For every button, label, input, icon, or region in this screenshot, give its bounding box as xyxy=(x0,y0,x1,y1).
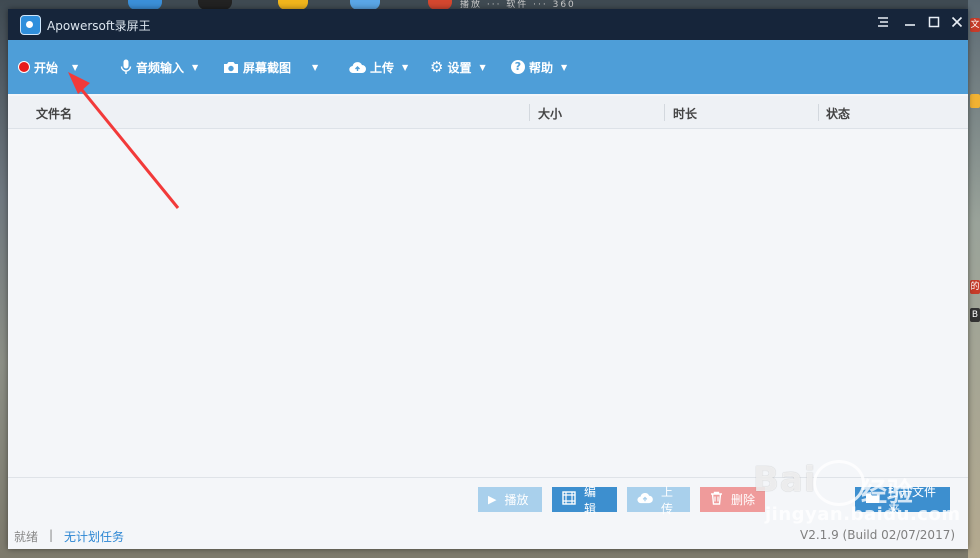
cloud-upload-icon xyxy=(637,492,653,507)
chevron-down-icon[interactable]: ▼ xyxy=(479,63,485,72)
help-circle-icon: ? xyxy=(511,60,525,74)
start-label: 开始 xyxy=(34,60,59,75)
close-icon[interactable] xyxy=(950,16,964,30)
upload-menu-label: 上传 xyxy=(370,60,395,75)
microphone-icon xyxy=(120,59,132,75)
chevron-down-icon[interactable]: ▼ xyxy=(72,63,78,72)
title-bar[interactable]: Apowersoft录屏王 xyxy=(8,9,968,40)
gear-icon: ⚙ xyxy=(430,58,444,76)
column-header-duration[interactable]: 时长 xyxy=(673,105,697,122)
screenshot-label: 屏幕截图 xyxy=(243,60,292,75)
play-icon: ▶ xyxy=(488,493,497,506)
desktop-side-badge[interactable] xyxy=(970,94,980,108)
cloud-upload-icon xyxy=(349,61,366,74)
file-table-header: 文件名 大小 时长 状态 xyxy=(8,96,968,129)
column-header-status[interactable]: 状态 xyxy=(826,105,850,122)
watermark-url: jingyan.baidu.com xyxy=(765,504,961,525)
settings-button[interactable]: ⚙ 设置 ▼ xyxy=(430,57,486,77)
column-divider[interactable] xyxy=(664,104,665,121)
record-dot-icon xyxy=(18,61,30,73)
chevron-down-icon[interactable]: ▼ xyxy=(312,63,318,72)
desktop-side-badge[interactable]: 的 xyxy=(970,280,980,294)
play-button[interactable]: ▶ 播放 xyxy=(478,487,542,512)
app-logo-icon xyxy=(20,15,41,35)
file-list[interactable] xyxy=(8,129,968,477)
chevron-down-icon[interactable]: ▼ xyxy=(402,63,408,72)
chevron-down-icon[interactable]: ▼ xyxy=(561,63,567,72)
help-label: 帮助 xyxy=(529,60,554,75)
desktop-side-badge[interactable]: 文 xyxy=(970,18,980,32)
chevron-down-icon[interactable]: ▼ xyxy=(192,63,198,72)
column-divider[interactable] xyxy=(818,104,819,121)
status-separator: | xyxy=(49,528,54,542)
start-record-button[interactable]: 开始 ▼ xyxy=(18,57,78,77)
camera-icon xyxy=(223,61,239,74)
baidu-paw-icon xyxy=(813,460,865,506)
column-divider[interactable] xyxy=(529,104,530,121)
version-label: V2.1.9 (Build 02/07/2017) xyxy=(800,528,956,542)
column-header-size[interactable]: 大小 xyxy=(538,105,562,122)
menu-icon[interactable] xyxy=(876,16,890,30)
upload-label: 上传 xyxy=(661,484,674,516)
maximize-icon[interactable] xyxy=(927,16,941,30)
edit-label: 编辑 xyxy=(584,484,597,516)
settings-label: 设置 xyxy=(447,60,472,75)
help-button[interactable]: ? 帮助 ▼ xyxy=(511,57,567,77)
schedule-link[interactable]: 无计划任务 xyxy=(64,528,124,545)
status-text: 就绪 xyxy=(14,530,39,544)
main-toolbar: 开始 ▼ 音频输入 ▼ 屏幕截图 ▼ 上传 ▼ ⚙ 设置 ▼ ? 帮助 ▼ xyxy=(8,40,968,94)
upload-menu-button[interactable]: 上传 ▼ xyxy=(349,57,408,77)
edit-button[interactable]: 编辑 xyxy=(552,485,617,516)
audio-input-label: 音频输入 xyxy=(136,60,185,75)
desktop-background-edge xyxy=(968,0,980,558)
screenshot-button[interactable]: 屏幕截图 ▼ xyxy=(223,57,318,77)
film-edit-icon xyxy=(562,491,576,508)
upload-button[interactable]: 上传 xyxy=(627,485,690,516)
watermark-logo: Bai xyxy=(753,460,817,500)
window-title: Apowersoft录屏王 xyxy=(47,19,151,33)
audio-input-button[interactable]: 音频输入 ▼ xyxy=(120,57,198,77)
column-header-filename[interactable]: 文件名 xyxy=(36,105,72,122)
trash-icon xyxy=(710,491,723,508)
app-window: Apowersoft录屏王 开始 ▼ 音频输入 ▼ 屏幕截图 ▼ 上传 ▼ ⚙ … xyxy=(8,9,968,549)
minimize-icon[interactable] xyxy=(903,16,917,30)
delete-label: 删除 xyxy=(731,493,756,507)
desktop-side-badge[interactable]: B xyxy=(970,308,980,322)
play-label: 播放 xyxy=(504,493,529,507)
